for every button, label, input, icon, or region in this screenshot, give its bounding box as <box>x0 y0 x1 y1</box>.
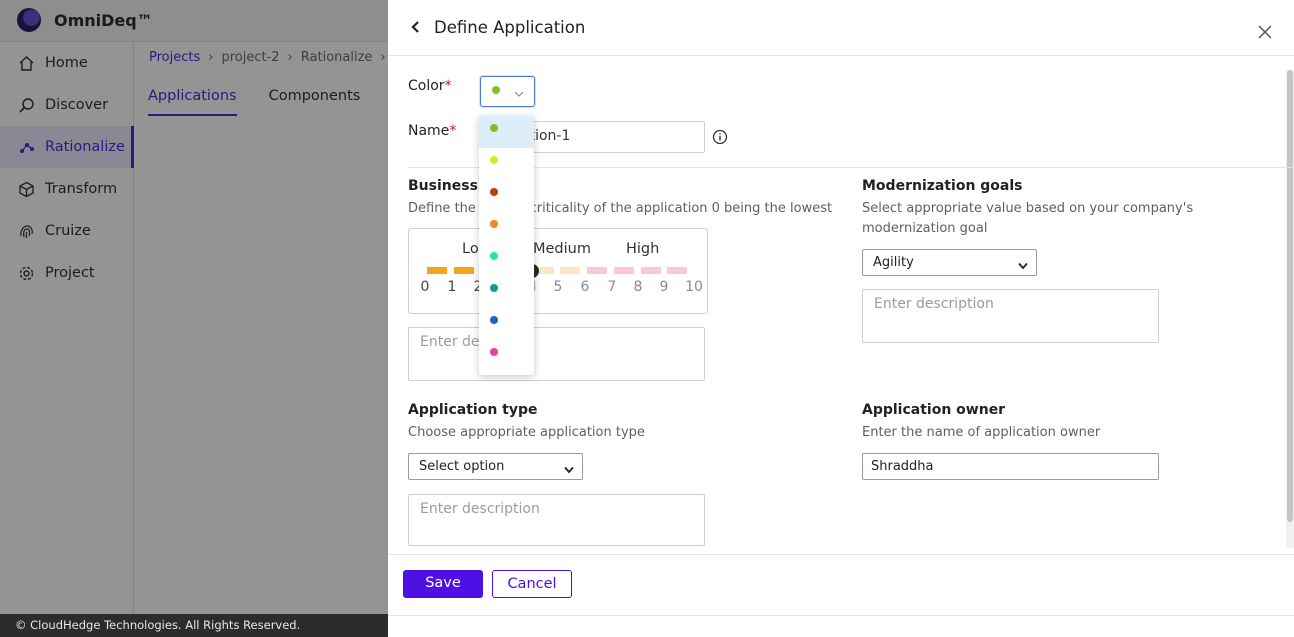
application-owner-title: Application owner <box>862 402 1006 418</box>
tick-label: 9 <box>659 279 669 295</box>
tick-label: 7 <box>607 279 617 295</box>
modernization-goals-title: Modernization goals <box>862 178 1023 194</box>
color-swatch <box>490 124 498 132</box>
criticality-segment <box>587 267 607 274</box>
color-picker[interactable] <box>480 76 535 107</box>
drawer-title: Define Application <box>434 18 586 37</box>
section-divider <box>408 167 1294 168</box>
color-option-yellow[interactable] <box>479 148 534 180</box>
select-value: Select option <box>419 459 505 474</box>
scrollbar[interactable] <box>1286 70 1294 548</box>
color-swatch <box>490 220 498 228</box>
drawer-header: Define Application <box>388 0 1294 56</box>
application-type-desc: Choose appropriate application type <box>408 425 645 440</box>
business-criticality-description[interactable]: Enter des <box>408 327 705 381</box>
color-option-teal[interactable] <box>479 276 534 308</box>
cancel-button[interactable]: Cancel <box>492 570 572 598</box>
scrollbar-thumb[interactable] <box>1287 70 1293 522</box>
criticality-segment <box>641 267 661 274</box>
modernization-goals-desc: Select appropriate value based on your c… <box>862 201 1194 236</box>
application-owner-desc: Enter the name of application owner <box>862 425 1101 440</box>
color-swatch <box>490 188 498 196</box>
business-criticality-desc: Define the b criticality of the applicat… <box>408 201 833 216</box>
modal-overlay[interactable] <box>0 0 388 614</box>
chevron-down-icon <box>1018 259 1028 270</box>
chevron-down-icon <box>564 463 574 474</box>
color-option-rust[interactable] <box>479 180 534 212</box>
application-type-title: Application type <box>408 402 538 418</box>
scale-label-medium: Medium <box>533 241 591 257</box>
criticality-segment <box>454 267 474 274</box>
color-option-blue[interactable] <box>479 308 534 340</box>
color-option-green[interactable] <box>479 116 534 148</box>
tick-label: 6 <box>580 279 590 295</box>
modernization-goal-description[interactable]: Enter description <box>862 289 1159 343</box>
tick-label: 10 <box>685 279 703 295</box>
color-option-mint[interactable] <box>479 244 534 276</box>
selected-color-swatch <box>492 86 500 94</box>
criticality-segment <box>560 267 580 274</box>
application-type-select[interactable]: Select option <box>408 453 583 480</box>
tick-label: 1 <box>447 279 457 295</box>
modernization-goal-select[interactable]: Agility <box>862 249 1037 276</box>
save-button[interactable]: Save <box>403 570 483 598</box>
copyright-footer: © CloudHedge Technologies. All Rights Re… <box>0 614 388 637</box>
info-icon[interactable] <box>712 129 728 145</box>
color-dropdown-menu <box>479 116 534 375</box>
tick-label: 8 <box>633 279 643 295</box>
chevron-down-icon <box>514 87 524 97</box>
color-swatch <box>490 348 498 356</box>
tick-label: 0 <box>420 279 430 295</box>
color-swatch <box>490 156 498 164</box>
criticality-slider[interactable]: Lo Medium High 0 1 2 4 5 6 7 8 9 10 <box>408 228 708 314</box>
color-swatch <box>490 284 498 292</box>
back-arrow-icon[interactable] <box>408 17 424 37</box>
criticality-segment <box>427 267 447 274</box>
color-swatch <box>490 252 498 260</box>
color-option-orange[interactable] <box>479 212 534 244</box>
color-label: Color* <box>408 78 452 94</box>
name-label: Name* <box>408 123 457 139</box>
scale-label-high: High <box>626 241 660 257</box>
scale-label-low: Lo <box>462 241 479 257</box>
color-option-pink[interactable] <box>479 340 534 372</box>
application-type-description[interactable]: Enter description <box>408 494 705 546</box>
criticality-segment <box>667 267 687 274</box>
close-icon[interactable] <box>1255 22 1275 42</box>
select-value: Agility <box>873 255 914 270</box>
drawer-footer: Save Cancel <box>388 554 1294 616</box>
tick-label: 5 <box>553 279 563 295</box>
color-swatch <box>490 316 498 324</box>
application-owner-input[interactable]: Shraddha <box>862 453 1159 480</box>
criticality-segment <box>614 267 634 274</box>
